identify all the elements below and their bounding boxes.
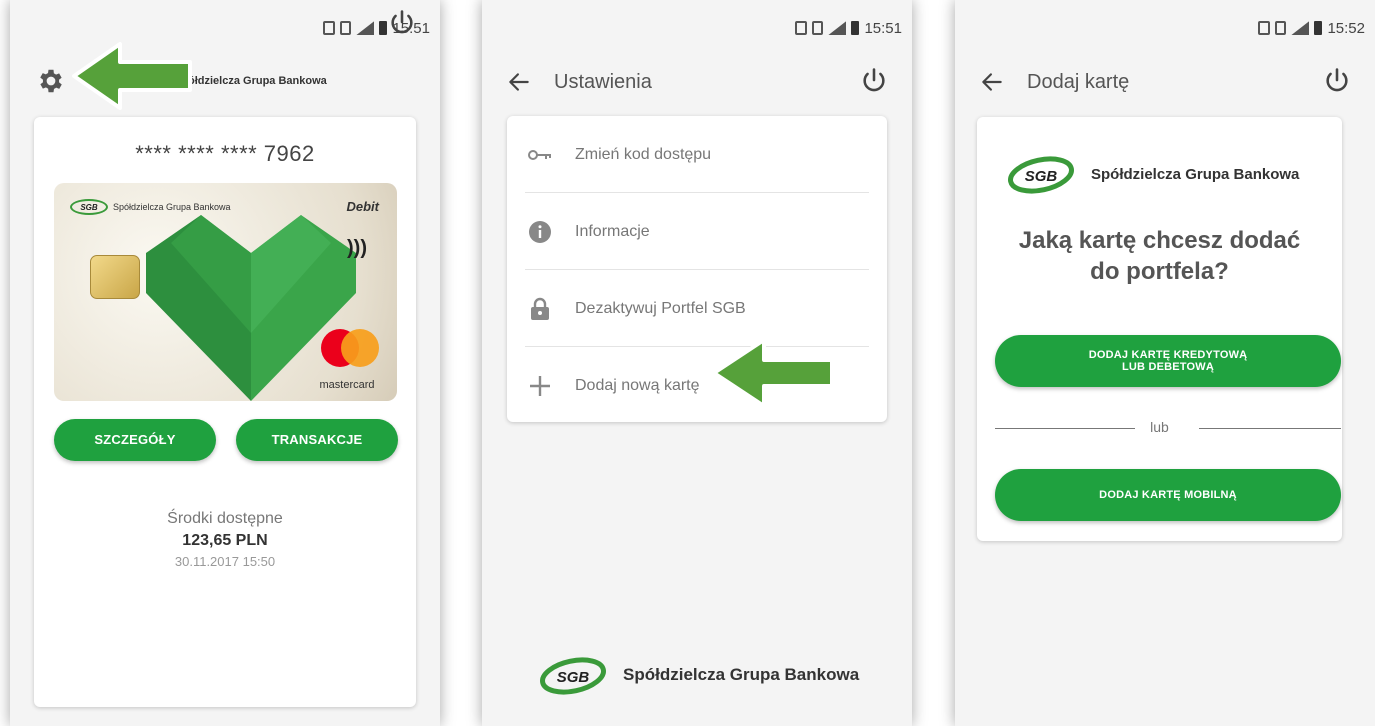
- menu-item-info[interactable]: Informacje: [507, 193, 887, 270]
- button-label-line-2: LUB DEBETOWĄ: [1121, 361, 1215, 373]
- payment-card-image[interactable]: SGB Spółdzielcza Grupa Bankowa Debit )))…: [54, 183, 397, 401]
- question-heading: Jaką kartę chcesz dodać do portfela?: [977, 225, 1342, 287]
- annotation-arrow-icon: [712, 338, 834, 408]
- bank-logo: SGB Spółdzielcza Grupa Bankowa: [1005, 151, 1299, 197]
- sgb-logo-icon: SGB: [70, 199, 108, 215]
- nfc-icon: [1258, 21, 1271, 35]
- battery-icon: [379, 21, 388, 35]
- power-icon[interactable]: [860, 66, 888, 94]
- signal-icon: [356, 21, 375, 35]
- bank-name: Spółdzielcza Grupa Bankowa: [1091, 165, 1300, 183]
- page-title: Ustawienia: [554, 70, 652, 93]
- masked-card-number: **** **** **** 7962: [135, 141, 315, 166]
- sgb-logo-text: SGB: [1025, 168, 1058, 185]
- lock-icon: [531, 297, 549, 320]
- menu-item-change-pin[interactable]: Zmień kod dostępu: [507, 116, 887, 193]
- back-arrow-icon[interactable]: [506, 69, 532, 95]
- vibrate-icon: [812, 21, 824, 35]
- funds-date: 30.11.2017 15:50: [174, 554, 276, 569]
- battery-icon: [851, 21, 860, 35]
- vibrate-icon: [340, 21, 352, 35]
- app-bar: Dodaj kartę: [955, 58, 1375, 106]
- button-label-line-1: DODAJ KARTĘ KREDYTOWĄ: [1088, 348, 1248, 361]
- status-time: 15:51: [864, 19, 902, 37]
- status-bar: 15:51: [795, 18, 902, 38]
- card-type-label: Debit: [346, 199, 380, 214]
- status-bar: 15:52: [1258, 18, 1365, 38]
- divider: [1199, 428, 1341, 429]
- details-button[interactable]: SZCZEGÓŁY: [54, 419, 216, 461]
- question-line-1: Jaką kartę chcesz dodać: [1018, 227, 1301, 254]
- card-network-label: mastercard: [319, 379, 375, 391]
- signal-icon: [1291, 21, 1310, 35]
- nfc-icon: [323, 21, 336, 35]
- sgb-logo-icon: SGB: [540, 657, 606, 695]
- contactless-icon: ))): [347, 237, 367, 259]
- footer-logo: SGB Spółdzielcza Grupa Bankowa: [537, 652, 859, 698]
- mastercard-logo: mastercard: [311, 329, 383, 391]
- sgb-logo-icon: SGB: [1008, 156, 1074, 194]
- footer-bank-name: Spółdzielcza Grupa Bankowa: [623, 665, 860, 684]
- chip-icon: [90, 255, 140, 299]
- wallet-screen: 15:51 ółdzielcza Grupa Bankowa **** ****…: [10, 0, 440, 726]
- add-credit-debit-card-button[interactable]: DODAJ KARTĘ KREDYTOWĄ LUB DEBETOWĄ: [995, 335, 1341, 387]
- annotation-arrow-icon: [72, 42, 192, 110]
- key-icon: [528, 149, 551, 160]
- gear-icon[interactable]: [36, 66, 66, 96]
- card-panel: **** **** **** 7962 SGB Spółdzielcza Gru…: [34, 117, 416, 707]
- page-title: Dodaj kartę: [1027, 70, 1130, 93]
- funds-amount: 123,65 PLN: [182, 532, 268, 549]
- plus-icon: [530, 375, 550, 396]
- card-bank-name: Spółdzielcza Grupa Bankowa: [113, 202, 231, 212]
- menu-item-label: Informacje: [575, 222, 650, 240]
- sgb-logo-text: SGB: [557, 669, 590, 686]
- signal-icon: [828, 21, 847, 35]
- add-card-screen: 15:52 Dodaj kartę SGB Spółdzielcza Grupa…: [955, 0, 1375, 726]
- settings-screen: 15:51 Ustawienia Zmień kod dostępu Infor…: [482, 0, 912, 726]
- vibrate-icon: [1275, 21, 1287, 35]
- menu-item-label: Dezaktywuj Portfel SGB: [575, 299, 746, 317]
- bank-name-header: ółdzielcza Grupa Bankowa: [188, 75, 327, 87]
- or-label: lub: [1150, 419, 1169, 435]
- power-icon[interactable]: [1323, 66, 1351, 94]
- menu-item-label: Dodaj nową kartę: [575, 376, 700, 394]
- back-arrow-icon[interactable]: [979, 69, 1005, 95]
- status-time: 15:52: [1327, 19, 1365, 37]
- funds-label: Środki dostępne: [167, 510, 283, 527]
- transactions-button[interactable]: TRANSAKCJE: [236, 419, 398, 461]
- card-bank-logo: SGB Spółdzielcza Grupa Bankowa: [70, 199, 231, 215]
- battery-icon: [1314, 21, 1323, 35]
- add-mobile-card-button[interactable]: DODAJ KARTĘ MOBILNĄ: [995, 469, 1341, 521]
- question-line-2: do portfela?: [1090, 258, 1229, 286]
- app-bar: Ustawienia: [482, 58, 912, 106]
- add-card-panel: SGB Spółdzielcza Grupa Bankowa Jaką kart…: [977, 117, 1342, 541]
- info-icon: [529, 220, 551, 243]
- nfc-icon: [795, 21, 808, 35]
- power-icon[interactable]: [388, 8, 416, 36]
- menu-item-label: Zmień kod dostępu: [575, 145, 712, 163]
